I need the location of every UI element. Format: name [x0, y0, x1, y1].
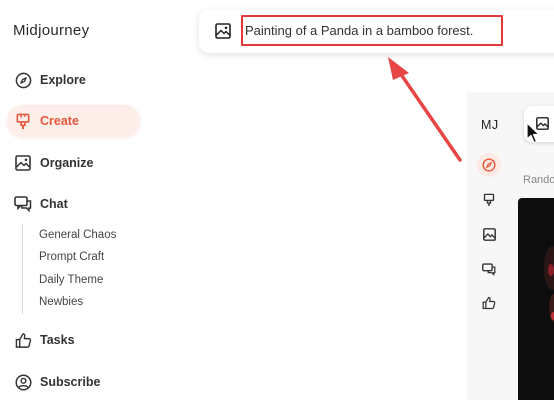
paintbrush-icon[interactable]	[481, 192, 497, 208]
mouse-cursor-icon	[526, 122, 540, 144]
embedded-mj-logo[interactable]: MJ	[481, 118, 499, 132]
chat-icon[interactable]	[481, 261, 497, 277]
image-icon[interactable]	[481, 226, 497, 242]
compass-icon[interactable]	[477, 153, 501, 177]
image-thumbnail[interactable]	[518, 198, 554, 400]
thumbs-up-icon[interactable]	[481, 295, 497, 311]
random-section-label: Rando	[523, 174, 554, 186]
